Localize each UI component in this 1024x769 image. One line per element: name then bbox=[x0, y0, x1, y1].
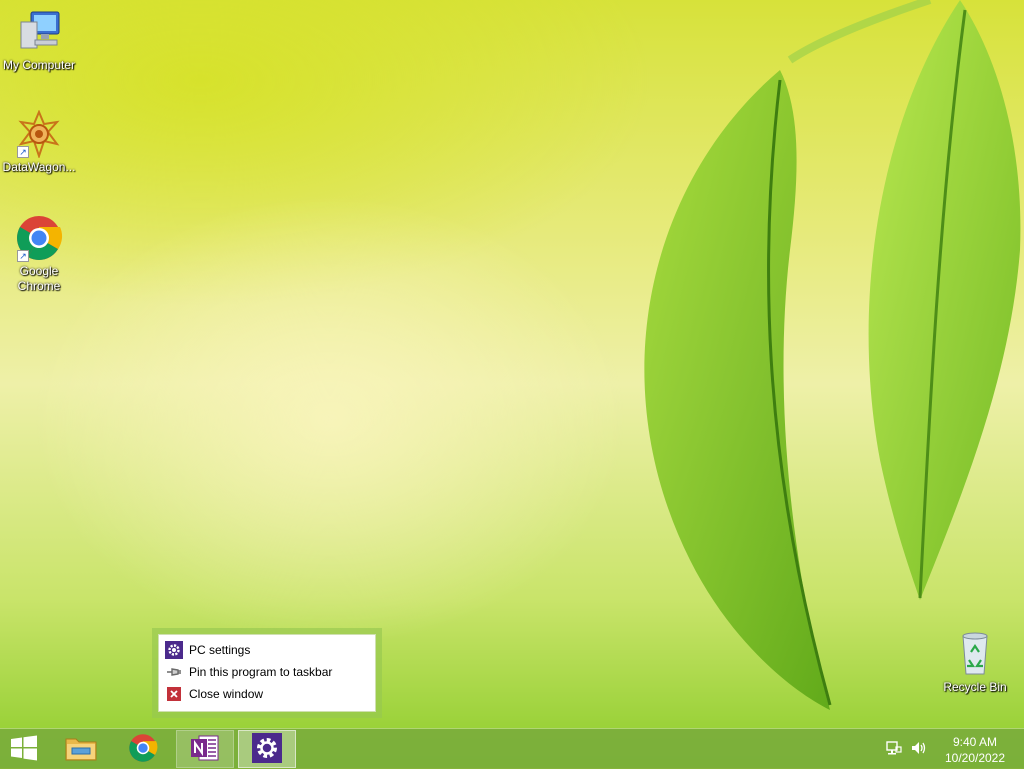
jump-item-close-window[interactable]: Close window bbox=[165, 683, 369, 705]
gear-icon bbox=[165, 641, 183, 659]
taskbar-google-chrome[interactable] bbox=[114, 730, 172, 768]
desktop-icon-my-computer[interactable]: My Computer bbox=[0, 8, 78, 73]
recycle-bin-icon bbox=[951, 630, 999, 678]
taskbar-jump-list: PC settings Pin this program to taskbar … bbox=[152, 628, 382, 718]
taskbar-onenote[interactable] bbox=[176, 730, 234, 768]
desktop-icon-recycle-bin[interactable]: Recycle Bin bbox=[936, 630, 1014, 695]
shortcut-arrow-icon: ↗ bbox=[17, 250, 29, 262]
chrome-icon: ↗ bbox=[15, 214, 63, 262]
clock-time: 9:40 AM bbox=[952, 735, 998, 749]
jump-item-pin-to-taskbar[interactable]: Pin this program to taskbar bbox=[165, 661, 369, 683]
jump-item-label: Close window bbox=[189, 687, 264, 701]
close-icon bbox=[165, 685, 183, 703]
windows-logo-icon bbox=[10, 734, 38, 765]
pin-icon bbox=[165, 663, 183, 681]
taskbar: 9:40 AM 10/20/2022 bbox=[0, 728, 1024, 769]
network-icon[interactable] bbox=[886, 740, 902, 759]
taskbar-file-explorer[interactable] bbox=[52, 730, 110, 768]
jump-item-label: PC settings bbox=[189, 643, 251, 657]
taskbar-clock[interactable]: 9:40 AM 10/20/2022 bbox=[940, 734, 1010, 766]
desktop-icon-label: Google Chrome bbox=[17, 264, 61, 293]
jump-list-menu: PC settings Pin this program to taskbar … bbox=[158, 634, 376, 712]
shortcut-arrow-icon: ↗ bbox=[17, 146, 29, 158]
onenote-icon bbox=[190, 734, 220, 765]
start-button[interactable] bbox=[0, 730, 48, 768]
clock-date: 10/20/2022 bbox=[944, 751, 1006, 765]
jump-item-label: Pin this program to taskbar bbox=[189, 665, 333, 679]
jump-item-pc-settings[interactable]: PC settings bbox=[165, 639, 369, 661]
taskbar-pc-settings[interactable] bbox=[238, 730, 296, 768]
desktop-icon-datawagon[interactable]: ↗ DataWagon... bbox=[0, 109, 78, 175]
desktop-icon-google-chrome[interactable]: ↗ Google Chrome bbox=[0, 214, 78, 294]
chrome-icon bbox=[128, 733, 158, 766]
wallpaper-leaves bbox=[644, 0, 1021, 710]
desktop-icon-label: My Computer bbox=[2, 58, 76, 72]
gear-icon bbox=[252, 732, 282, 766]
volume-icon[interactable] bbox=[910, 740, 928, 759]
desktop-icon-label: DataWagon... bbox=[2, 160, 76, 174]
desktop-icon-label: Recycle Bin bbox=[943, 680, 1007, 694]
computer-icon bbox=[15, 8, 63, 56]
datawagon-icon: ↗ bbox=[15, 109, 63, 160]
system-tray: 9:40 AM 10/20/2022 bbox=[884, 729, 1024, 769]
folder-icon bbox=[64, 733, 98, 766]
